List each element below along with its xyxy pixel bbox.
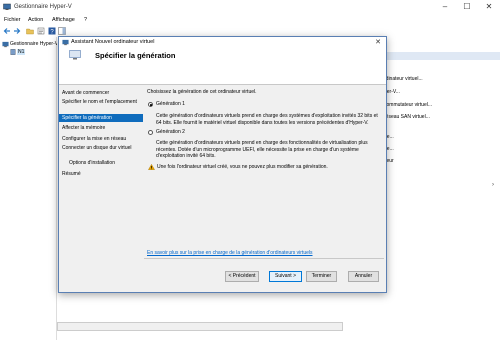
forward-arrow-icon[interactable] [13,27,21,35]
step-summary[interactable]: Résumé [59,170,143,178]
generation-1-description: Cette génération d'ordinateurs virtuels … [156,113,378,126]
main-window-title: Gestionnaire Hyper-V [14,4,72,10]
minimize-icon[interactable]: – [434,0,456,14]
wizard-icon [62,39,69,46]
button-separator [144,258,384,259]
action-new-vm[interactable]: rdinateur virtuel... [384,76,423,82]
view-pane-icon[interactable] [58,27,66,35]
generation-1-label[interactable]: Génération 1 [156,101,185,108]
generation-2-label[interactable]: Génération 2 [156,129,185,136]
chevron-right-icon[interactable]: › [492,182,494,188]
tree-pane [0,37,57,340]
help-icon[interactable]: ? [48,27,56,35]
folder-icon[interactable] [26,27,34,35]
tree-root-label[interactable]: Gestionnaire Hyper-V [10,41,58,47]
dialog-title: Assistant Nouvel ordinateur virtuel [71,39,155,45]
server-icon [10,49,16,55]
new-vm-wizard-dialog: Assistant Nouvel ordinateur virtuel ✕ Sp… [58,36,387,293]
tree-node-n1[interactable]: N1 [17,49,26,55]
dialog-close-icon[interactable]: ✕ [373,38,383,47]
menu-help[interactable]: ? [84,17,87,23]
step-install-options[interactable]: Options d'installation [59,159,143,167]
step-networking[interactable]: Configurer la mise en réseau [59,135,143,143]
actions-pane [382,37,500,340]
properties-icon[interactable] [37,27,45,35]
intro-text: Choisissez la génération de cet ordinate… [147,89,257,95]
generation-2-radio[interactable] [148,130,153,135]
dialog-heading: Spécifier la génération [95,51,176,60]
horizontal-scrollbar[interactable] [57,322,343,331]
warning-text: Une fois l'ordinateur virtuel créé, vous… [157,164,328,170]
step-generation[interactable]: Spécifier la génération [59,114,143,122]
step-name-location[interactable]: Spécifier le nom et l'emplacement [59,98,143,106]
step-before-you-begin[interactable]: Avant de commencer [59,89,143,97]
warning-icon [148,164,155,170]
back-arrow-icon[interactable] [3,27,11,35]
menu-affichage[interactable]: Affichage [52,17,75,23]
step-virtual-disk[interactable]: Connecter un disque dur virtuel [59,144,143,152]
action-virtual-san[interactable]: réseau SAN virtuel... [384,114,430,120]
learn-more-link[interactable]: En savoir plus sur la prise en charge de… [147,250,313,256]
close-icon[interactable]: ✕ [478,0,500,14]
generation-2-description: Cette génération d'ordinateurs virtuels … [156,140,368,159]
next-button[interactable]: Suivant > [269,271,302,282]
action-virtual-switch[interactable]: commutateur virtuel... [384,102,432,108]
hyperv-manager-icon [2,41,9,48]
finish-button[interactable]: Terminer [306,271,337,282]
menubar [0,16,500,25]
menu-fichier[interactable]: Fichier [4,17,21,23]
step-memory[interactable]: Affecter la mémoire [59,124,143,132]
previous-button[interactable]: < Précédent [225,271,259,282]
actions-header [382,52,500,60]
generation-1-radio[interactable] [148,102,153,107]
maximize-icon[interactable]: ☐ [456,0,478,14]
main-titlebar [0,0,500,17]
vm-monitor-icon [69,50,81,60]
hyperv-app-icon [3,3,11,10]
cancel-button[interactable]: Annuler [348,271,379,282]
menu-action[interactable]: Action [28,17,43,23]
